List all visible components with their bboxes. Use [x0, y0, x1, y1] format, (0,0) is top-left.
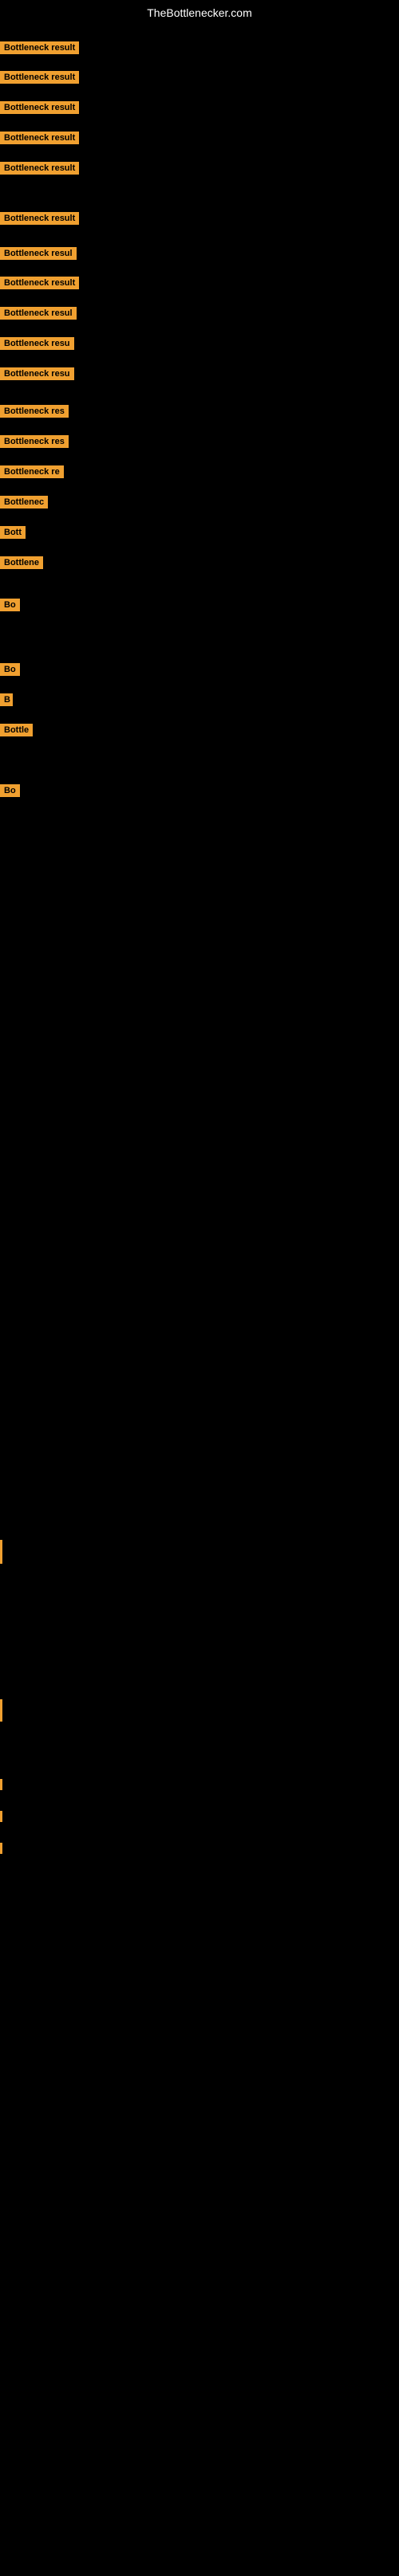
- bottleneck-badge[interactable]: Bottleneck result: [0, 132, 79, 144]
- line-marker: [0, 1540, 2, 1564]
- bottleneck-badge[interactable]: Bottleneck resu: [0, 337, 74, 350]
- bottleneck-badge[interactable]: Bo: [0, 663, 20, 676]
- line-marker: [0, 1811, 2, 1822]
- bottleneck-badge[interactable]: Bottleneck res: [0, 435, 69, 448]
- bottleneck-badge[interactable]: Bott: [0, 526, 26, 539]
- line-marker: [0, 1843, 2, 1854]
- bottleneck-badge[interactable]: Bottleneck resul: [0, 247, 77, 260]
- bottleneck-badge[interactable]: Bottleneck resul: [0, 307, 77, 320]
- bottleneck-badge[interactable]: Bottlenec: [0, 496, 48, 509]
- bottleneck-badge[interactable]: Bottleneck result: [0, 41, 79, 54]
- bottleneck-badge[interactable]: B: [0, 693, 13, 706]
- site-title: TheBottlenecker.com: [0, 0, 399, 26]
- bottleneck-badge[interactable]: Bo: [0, 599, 20, 611]
- line-marker: [0, 1779, 2, 1790]
- bottleneck-badge[interactable]: Bottleneck result: [0, 162, 79, 175]
- bottleneck-badge[interactable]: Bottleneck result: [0, 212, 79, 225]
- bottleneck-badge[interactable]: Bottle: [0, 724, 33, 736]
- bottleneck-badge[interactable]: Bottleneck re: [0, 465, 64, 478]
- bottleneck-badge[interactable]: Bottlene: [0, 556, 43, 569]
- bottleneck-badge[interactable]: Bottleneck result: [0, 101, 79, 114]
- bottleneck-badge[interactable]: Bottleneck resu: [0, 367, 74, 380]
- bottleneck-badge[interactable]: Bo: [0, 784, 20, 797]
- bottleneck-badge[interactable]: Bottleneck result: [0, 71, 79, 84]
- bottleneck-badge[interactable]: Bottleneck result: [0, 277, 79, 289]
- bottleneck-badge[interactable]: Bottleneck res: [0, 405, 69, 418]
- line-marker: [0, 1699, 2, 1722]
